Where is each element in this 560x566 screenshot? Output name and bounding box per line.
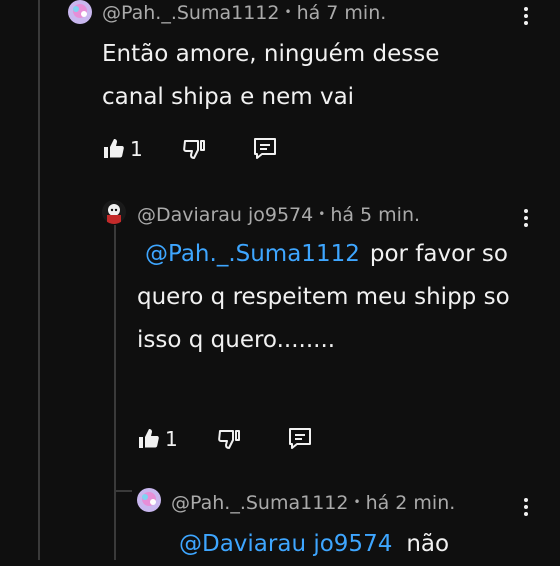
comment-meta: @Pah._.Suma1112 • há 7 min. bbox=[102, 2, 386, 24]
comment-2: @Daviarau jo9574 • há 5 min. @Pah._.Suma11… bbox=[0, 190, 560, 480]
more-vertical-icon[interactable] bbox=[522, 498, 530, 516]
like-button[interactable]: 1 bbox=[137, 425, 178, 453]
reply-button[interactable] bbox=[252, 135, 278, 163]
like-count: 1 bbox=[165, 427, 178, 451]
comment-time[interactable]: há 7 min. bbox=[297, 2, 387, 24]
thumbs-up-icon bbox=[102, 137, 126, 161]
comment-actions: 1 bbox=[137, 425, 337, 453]
thumbs-up-icon bbox=[137, 427, 161, 451]
dislike-button[interactable] bbox=[182, 135, 206, 163]
meta-separator: • bbox=[318, 207, 326, 221]
avatar[interactable] bbox=[137, 488, 161, 512]
mention-link[interactable]: @Pah._.Suma1112 bbox=[145, 241, 360, 267]
reply-comment-icon bbox=[287, 426, 313, 452]
comment-author[interactable]: @Daviarau jo9574 bbox=[137, 204, 313, 226]
comment-time[interactable]: há 2 min. bbox=[366, 492, 456, 514]
comment-meta: @Pah._.Suma1112 • há 2 min. bbox=[171, 492, 455, 514]
dislike-button[interactable] bbox=[217, 425, 241, 453]
thumbs-down-icon bbox=[182, 137, 206, 161]
comment-text-content: não bbox=[406, 531, 450, 557]
comment-3: @Pah._.Suma1112 • há 2 min. @Daviarau jo95… bbox=[0, 480, 560, 560]
comment-author[interactable]: @Pah._.Suma1112 bbox=[171, 492, 348, 514]
comment-actions: 1 bbox=[102, 135, 302, 163]
more-vertical-icon[interactable] bbox=[522, 7, 530, 25]
meta-separator: • bbox=[353, 495, 361, 509]
reply-button[interactable] bbox=[287, 425, 313, 453]
comment-1: @Pah._.Suma1112 • há 7 min. Então amore, n… bbox=[0, 0, 560, 180]
comment-time[interactable]: há 5 min. bbox=[330, 204, 420, 226]
reply-comment-icon bbox=[252, 136, 278, 162]
comment-text: Então amore, ninguém desse canal shipa e… bbox=[102, 33, 502, 119]
avatar[interactable] bbox=[68, 0, 92, 24]
comment-text-content: Então amore, ninguém desse canal shipa e… bbox=[102, 41, 440, 110]
mention-link[interactable]: @Daviarau jo9574 bbox=[179, 531, 392, 557]
like-count: 1 bbox=[130, 137, 143, 161]
more-vertical-icon[interactable] bbox=[522, 209, 530, 227]
thumbs-down-icon bbox=[217, 427, 241, 451]
comment-author[interactable]: @Pah._.Suma1112 bbox=[102, 2, 279, 24]
comment-text: @Pah._.Suma1112 por favor so quero q resp… bbox=[137, 233, 517, 362]
like-button[interactable]: 1 bbox=[102, 135, 143, 163]
comment-meta: @Daviarau jo9574 • há 5 min. bbox=[137, 204, 420, 226]
avatar[interactable] bbox=[102, 200, 126, 224]
meta-separator: • bbox=[284, 5, 292, 19]
